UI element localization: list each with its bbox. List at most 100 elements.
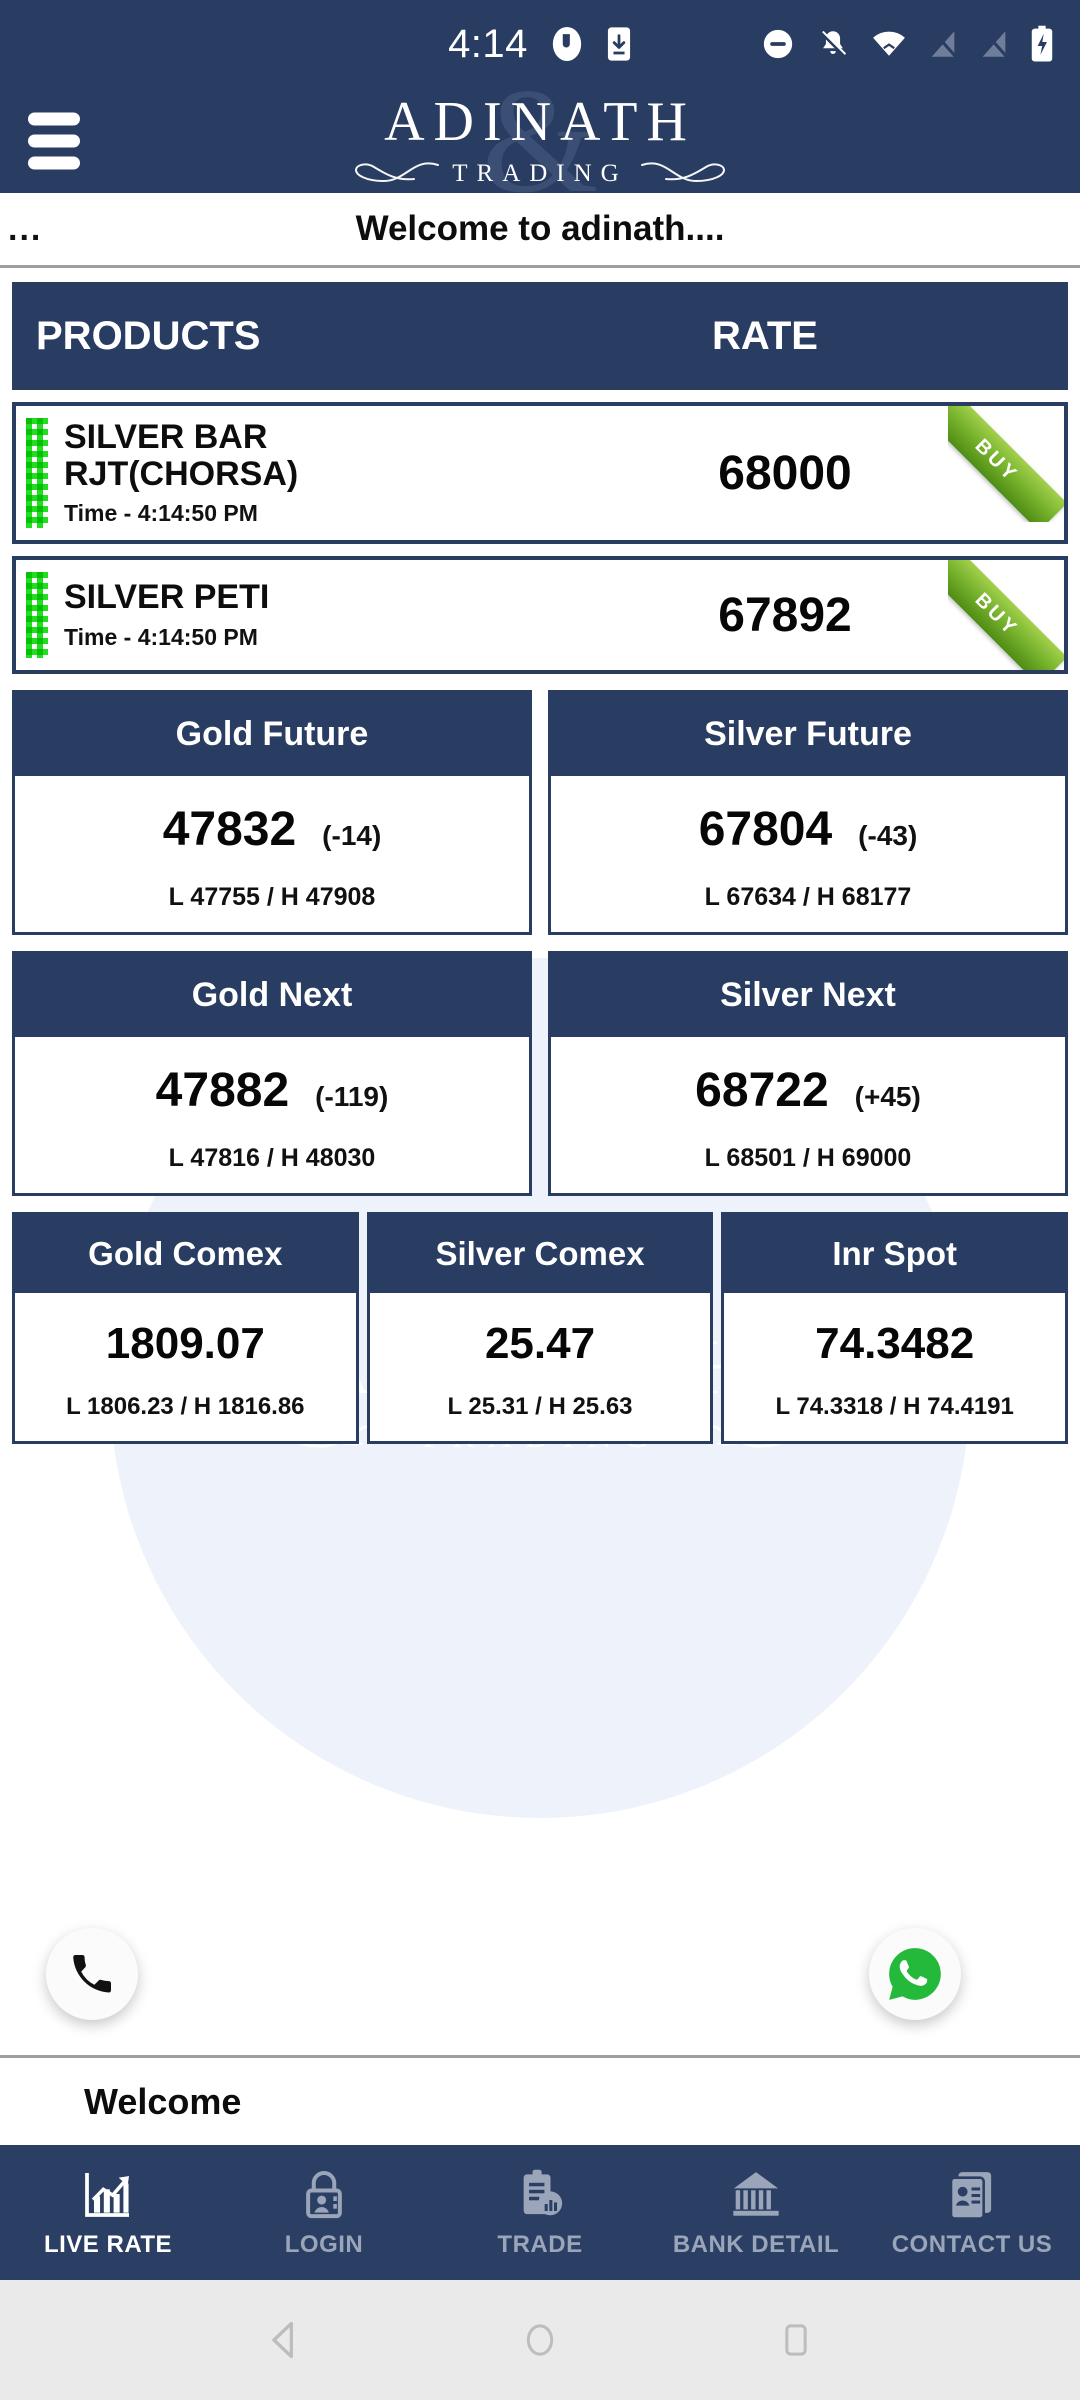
rate-card-value: 47882 (155, 1064, 290, 1117)
rate-card-title: Silver Next (551, 954, 1065, 1037)
lock-user-icon (306, 2171, 342, 2219)
rate-card-title: Inr Spot (724, 1215, 1066, 1293)
flourish-right-icon (640, 161, 725, 182)
rate-card-value: 1809.07 (105, 1319, 265, 1368)
rate-card-value: 67804 (698, 803, 833, 856)
call-button[interactable] (46, 1928, 138, 2020)
contact-card-icon (949, 2172, 992, 2220)
battery-charging-icon (1031, 25, 1053, 62)
rate-card-body: 47832 (-14) L 47755 / H 47908 (15, 776, 529, 932)
whatsapp-icon (889, 1948, 941, 2000)
hamburger-line-3 (28, 156, 80, 169)
home-circle-icon[interactable] (512, 2312, 568, 2368)
nav-label: TRADE (497, 2231, 583, 2258)
hamburger-line-2 (28, 134, 80, 147)
product-rate: 67892 (718, 588, 852, 642)
app-bar: & ADINATH TRADING (0, 88, 1080, 193)
marquee-prefix: ... (8, 209, 43, 248)
rate-card-body: 74.3482 L 74.3318 / H 74.4191 (724, 1293, 1065, 1441)
column-header-products: PRODUCTS (36, 313, 261, 358)
rate-card-title: Silver Comex (369, 1215, 711, 1293)
rate-card-body: 25.47 L 25.31 / H 25.63 (370, 1293, 711, 1441)
rate-card-title: Silver Future (551, 693, 1065, 776)
notifications-off-icon (820, 30, 847, 57)
rate-card-low-high: L 47816 / H 48030 (168, 1144, 376, 1172)
footer-welcome-label: Welcome (84, 2080, 242, 2122)
rate-card-low-high: L 25.31 / H 25.63 (447, 1393, 633, 1420)
phone-icon (73, 1955, 111, 1993)
back-triangle-icon[interactable] (256, 2312, 312, 2368)
rate-card-change: (+45) (854, 1081, 921, 1112)
rate-card-body: 1809.07 L 1806.23 / H 1816.86 (15, 1293, 356, 1441)
rate-card-body: 67804 (-43) L 67634 / H 68177 (551, 776, 1065, 932)
product-time: Time - 4:14:50 PM (64, 623, 258, 650)
product-name-line2: RJT(CHORSA) (64, 454, 299, 493)
rate-card-gold-next[interactable]: Gold Next 47882 (-119) L 47816 / H 48030 (12, 951, 532, 1196)
wifi-icon (873, 31, 905, 56)
do-not-disturb-icon (763, 29, 793, 59)
rate-card-low-high: L 74.3318 / H 74.4191 (775, 1393, 1014, 1420)
whatsapp-button[interactable] (869, 1928, 961, 2020)
nav-item-trade[interactable]: TRADE (432, 2166, 648, 2259)
rate-card-change: (-14) (322, 820, 382, 851)
product-info: SILVER BAR RJT(CHORSA) Time - 4:14:50 PM (48, 419, 578, 527)
hamburger-menu-icon[interactable] (28, 112, 80, 169)
nav-label: LOGIN (284, 2231, 364, 2258)
brand-tagline-row: TRADING (280, 160, 800, 188)
rate-card-low-high: L 67634 / H 68177 (704, 883, 912, 911)
rate-card-silver-next[interactable]: Silver Next 68722 (+45) L 68501 / H 6900… (548, 951, 1068, 1196)
rate-card-title: Gold Comex (15, 1215, 356, 1293)
rate-card-low-high: L 68501 / H 69000 (704, 1144, 912, 1172)
rate-card-gold-comex[interactable]: Gold Comex 1809.07 L 1806.23 / H 1816.86 (12, 1212, 359, 1444)
rate-card-value: 25.47 (484, 1319, 596, 1368)
bottom-navigation: LIVE RATE LOGIN TRADE BANK DETAIL CONTAC… (0, 2145, 1080, 2280)
rate-card-gold-future[interactable]: Gold Future 47832 (-14) L 47755 / H 4790… (12, 690, 532, 935)
signal-off-2-icon (982, 29, 1008, 58)
rate-card-value: 68722 (695, 1064, 829, 1117)
rate-card-value: 74.3482 (815, 1319, 975, 1368)
product-name-line1: SILVER BAR (64, 417, 268, 456)
row-status-indicator (26, 572, 48, 658)
rate-card-inr-spot[interactable]: Inr Spot 74.3482 L 74.3318 / H 74.4191 (721, 1212, 1069, 1444)
table-row[interactable]: SILVER PETI Time - 4:14:50 PM 67892 BUY (12, 556, 1068, 674)
rate-card-title: Gold Future (15, 693, 529, 776)
rate-cards-row-next: Gold Next 47882 (-119) L 47816 / H 48030… (12, 951, 1068, 1196)
status-bar-left: 4:14 (448, 22, 632, 67)
clipboard-chart-icon (523, 2169, 563, 2216)
rate-card-low-high: L 47755 / H 47908 (168, 883, 376, 911)
brand-name: ADINATH (384, 90, 696, 153)
products-table-header: PRODUCTS RATE (12, 282, 1068, 390)
brand-logo: & ADINATH TRADING (280, 88, 800, 193)
rate-card-silver-future[interactable]: Silver Future 67804 (-43) L 67634 / H 68… (548, 690, 1068, 935)
nav-label: BANK DETAIL (672, 2231, 840, 2258)
rate-card-change: (-119) (315, 1081, 389, 1112)
screen-record-icon (552, 27, 582, 61)
rate-card-value: 47832 (162, 803, 297, 856)
rate-card-change: (-43) (858, 820, 918, 851)
rate-card-silver-comex[interactable]: Silver Comex 25.47 L 25.31 / H 25.63 (366, 1212, 714, 1444)
product-rate: 68000 (718, 446, 852, 500)
nav-item-contact-us[interactable]: CONTACT US (864, 2166, 1080, 2259)
rate-card-body: 68722 (+45) L 68501 / H 69000 (551, 1037, 1065, 1193)
footer-welcome-bar: Welcome (0, 2055, 1080, 2145)
nav-label: LIVE RATE (43, 2231, 173, 2258)
app-screen: 4:14 & ADINATH TRADING ... Welcome to ad… (0, 0, 1080, 2400)
signal-off-1-icon (931, 29, 957, 58)
nav-item-bank-detail[interactable]: BANK DETAIL (648, 2166, 864, 2259)
product-time: Time - 4:14:50 PM (64, 500, 258, 527)
nav-item-live-rate[interactable]: LIVE RATE (0, 2166, 216, 2259)
recents-square-icon[interactable] (768, 2312, 824, 2368)
row-status-indicator (26, 418, 48, 528)
flourish-left-icon (355, 161, 440, 182)
download-icon (607, 27, 630, 61)
column-header-rate: RATE (712, 313, 818, 358)
rate-card-title: Gold Next (15, 954, 529, 1037)
status-time: 4:14 (448, 21, 528, 66)
rate-cards-row-comex: Gold Comex 1809.07 L 1806.23 / H 1816.86… (12, 1212, 1069, 1444)
table-row[interactable]: SILVER BAR RJT(CHORSA) Time - 4:14:50 PM… (12, 402, 1068, 544)
rate-cards-row-futures: Gold Future 47832 (-14) L 47755 / H 4790… (12, 690, 1068, 935)
nav-item-login[interactable]: LOGIN (216, 2166, 432, 2259)
status-bar: 4:14 (0, 0, 1080, 88)
brand-tagline: TRADING (452, 159, 628, 187)
rate-card-body: 47882 (-119) L 47816 / H 48030 (15, 1037, 529, 1193)
